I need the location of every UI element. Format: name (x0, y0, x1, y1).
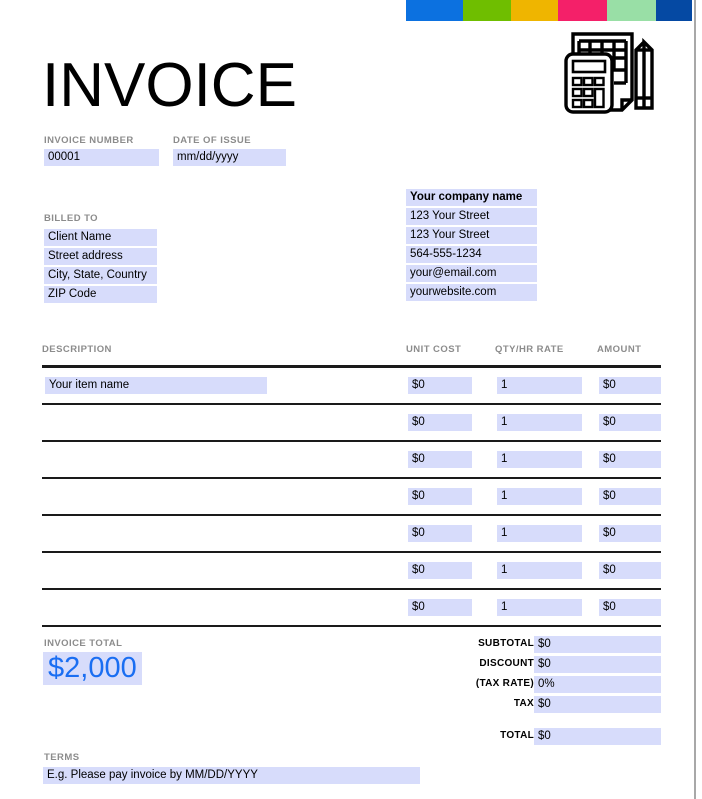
item-amount-input[interactable]: $0 (599, 525, 661, 542)
tax-rate-label: (TAX RATE) (475, 678, 534, 689)
color-bar (406, 0, 692, 21)
item-qty-input[interactable]: 1 (497, 451, 582, 468)
date-of-issue-label: DATE OF ISSUE (173, 135, 251, 146)
item-amount-input[interactable]: $0 (599, 451, 661, 468)
item-unit-cost-input[interactable]: $0 (408, 525, 472, 542)
invoice-number-input[interactable]: 00001 (44, 149, 159, 166)
client-city-input[interactable]: City, State, Country (44, 267, 157, 284)
summary-row-total: TOTAL $0 (470, 728, 661, 748)
color-swatch-pink (558, 0, 607, 21)
item-unit-cost-input[interactable]: $0 (408, 562, 472, 579)
line-items-table: DESCRIPTION UNIT COST QTY/HR RATE AMOUNT… (42, 344, 661, 627)
item-amount-input[interactable]: $0 (599, 414, 661, 431)
color-swatch-blue (406, 0, 463, 21)
summary-row-subtotal: SUBTOTAL $0 (470, 636, 661, 656)
client-street-input[interactable]: Street address (44, 248, 157, 265)
tax-value[interactable]: $0 (534, 696, 661, 713)
summary-row-tax-rate: (TAX RATE) 0% (470, 676, 661, 696)
summary-row-tax: TAX $0 (470, 696, 661, 716)
company-details-group: Your company name 123 Your Street 123 Yo… (406, 189, 537, 303)
discount-value[interactable]: $0 (534, 656, 661, 673)
terms-label: TERMS (44, 752, 80, 763)
billed-to-group: BILLED TO Client Name Street address Cit… (44, 213, 157, 303)
company-street2-input[interactable]: 123 Your Street (406, 227, 537, 244)
item-qty-input[interactable]: 1 (497, 562, 582, 579)
invoice-total-value: $2,000 (43, 652, 142, 685)
item-unit-cost-input[interactable]: $0 (408, 599, 472, 616)
table-row: $0 1 $0 (42, 440, 661, 477)
item-unit-cost-input[interactable]: $0 (408, 377, 472, 394)
page-title: INVOICE (42, 51, 297, 120)
tax-label: TAX (513, 698, 534, 709)
item-unit-cost-input[interactable]: $0 (408, 488, 472, 505)
item-qty-input[interactable]: 1 (497, 488, 582, 505)
terms-input[interactable]: E.g. Please pay invoice by MM/DD/YYYY (43, 767, 420, 784)
color-swatch-mint (607, 0, 656, 21)
item-description-input[interactable]: Your item name (45, 377, 267, 394)
subtotal-value[interactable]: $0 (534, 636, 661, 653)
discount-label: DISCOUNT (479, 658, 534, 669)
invoice-number-group: INVOICE NUMBER 00001 (44, 135, 159, 166)
company-name-input[interactable]: Your company name (406, 189, 537, 206)
company-email-input[interactable]: your@email.com (406, 265, 537, 282)
date-of-issue-input[interactable]: mm/dd/yyyy (173, 149, 286, 166)
tax-rate-value[interactable]: 0% (534, 676, 661, 693)
company-website-input[interactable]: yourwebsite.com (406, 284, 537, 301)
table-row: $0 1 $0 (42, 588, 661, 627)
item-qty-input[interactable]: 1 (497, 414, 582, 431)
item-unit-cost-input[interactable]: $0 (408, 414, 472, 431)
summary-row-discount: DISCOUNT $0 (470, 656, 661, 676)
item-amount-input[interactable]: $0 (599, 488, 661, 505)
invoice-number-label: INVOICE NUMBER (44, 135, 134, 146)
client-name-input[interactable]: Client Name (44, 229, 157, 246)
billed-to-label: BILLED TO (44, 213, 99, 224)
item-amount-input[interactable]: $0 (599, 562, 661, 579)
item-unit-cost-input[interactable]: $0 (408, 451, 472, 468)
table-row: $0 1 $0 (42, 477, 661, 514)
item-amount-input[interactable]: $0 (599, 377, 661, 394)
totals-summary: SUBTOTAL $0 DISCOUNT $0 (TAX RATE) 0% TA… (470, 636, 661, 748)
table-row: $0 1 $0 (42, 514, 661, 551)
client-zip-input[interactable]: ZIP Code (44, 286, 157, 303)
invoice-total-label: INVOICE TOTAL (44, 638, 123, 649)
column-header-qty: QTY/HR RATE (495, 344, 564, 355)
item-qty-input[interactable]: 1 (497, 599, 582, 616)
item-qty-input[interactable]: 1 (497, 377, 582, 394)
date-of-issue-group: DATE OF ISSUE mm/dd/yyyy (173, 135, 286, 166)
invoice-page: INVOICE INVOICE NUMBER 00001 DATE OF ISS… (0, 0, 692, 799)
total-label: TOTAL (500, 730, 534, 741)
color-swatch-dark-blue (656, 0, 692, 21)
total-value[interactable]: $0 (534, 728, 661, 745)
column-header-unit-cost: UNIT COST (406, 344, 462, 355)
table-row: Your item name $0 1 $0 (42, 365, 661, 403)
table-row: $0 1 $0 (42, 403, 661, 440)
column-header-amount: AMOUNT (597, 344, 642, 355)
table-row: $0 1 $0 (42, 551, 661, 588)
color-swatch-green (463, 0, 511, 21)
item-qty-input[interactable]: 1 (497, 525, 582, 542)
table-header-row: DESCRIPTION UNIT COST QTY/HR RATE AMOUNT (42, 344, 661, 365)
column-header-description: DESCRIPTION (42, 344, 112, 355)
item-amount-input[interactable]: $0 (599, 599, 661, 616)
color-swatch-yellow (511, 0, 558, 21)
calculator-spreadsheet-pencil-icon (564, 28, 664, 120)
company-phone-input[interactable]: 564-555-1234 (406, 246, 537, 263)
subtotal-label: SUBTOTAL (478, 638, 534, 649)
page-right-border (694, 0, 702, 799)
company-street1-input[interactable]: 123 Your Street (406, 208, 537, 225)
